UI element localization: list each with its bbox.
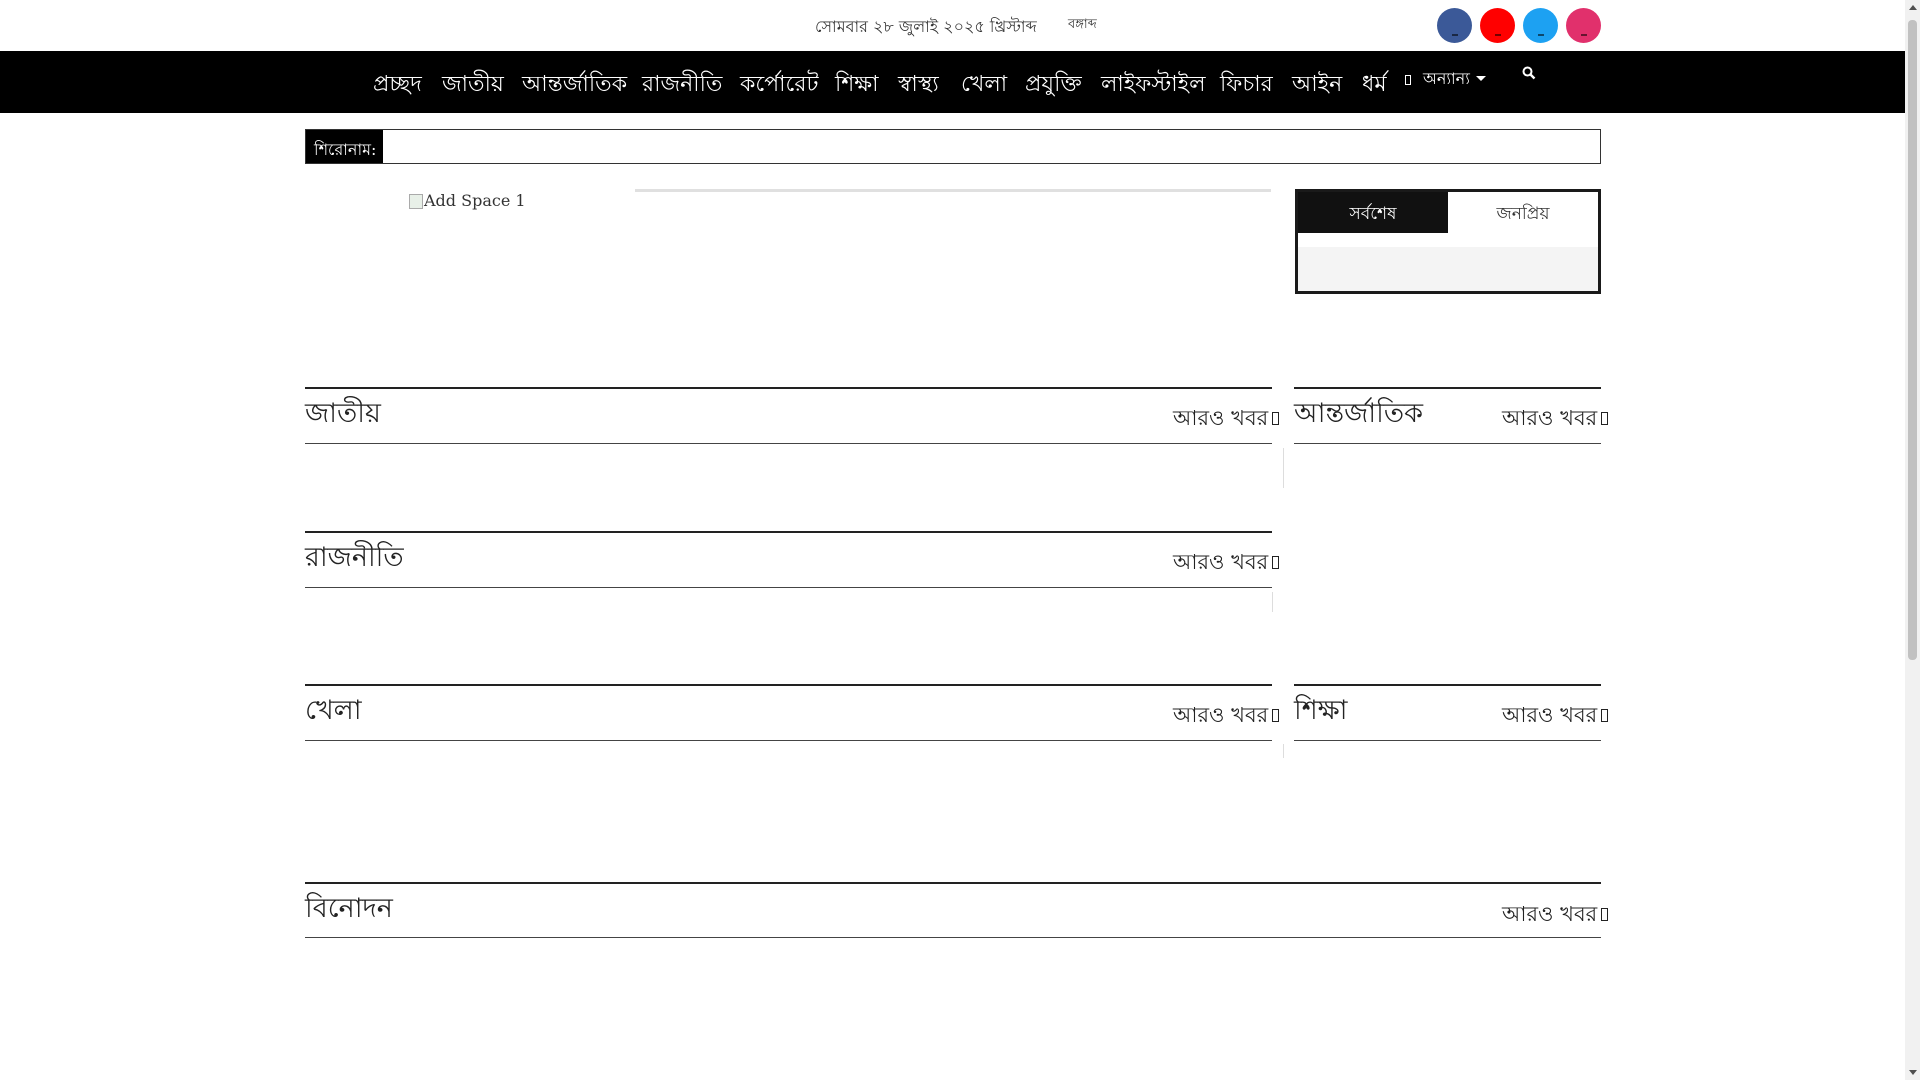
nav-dropdown-label: অন্যান্য (1423, 69, 1470, 88)
section-divider (1294, 684, 1601, 686)
more-news-link-education[interactable]: আরও খবর (1502, 699, 1609, 734)
caret-down-icon (1475, 76, 1486, 81)
instagram-icon[interactable] (1566, 8, 1601, 43)
nav-item-national[interactable]: জাতীয় (442, 67, 504, 104)
search-icon[interactable] (1522, 66, 1536, 80)
arrow-icon (1601, 709, 1609, 722)
section-divider (1294, 443, 1601, 444)
section-title-national[interactable]: জাতীয় (305, 393, 381, 438)
section-divider (305, 882, 1601, 884)
more-news-link-politics[interactable]: আরও খবর (1173, 546, 1280, 581)
tab-popular[interactable]: জনপ্রিয় (1448, 192, 1598, 233)
section-divider (305, 531, 1272, 533)
scroll-up-icon[interactable] (1909, 5, 1917, 10)
section-divider (305, 937, 1601, 938)
section-divider (305, 684, 1272, 686)
ad-alt-text: Add Space 1 (424, 191, 526, 210)
column-divider (1272, 592, 1273, 612)
column-divider (1283, 448, 1284, 488)
nav-item-education[interactable]: শিক্ষা (835, 67, 879, 104)
nav-item-technology[interactable]: প্রযুক্তি (1025, 67, 1082, 104)
scroll-thumb[interactable] (1908, 20, 1917, 660)
section-divider (1294, 387, 1601, 389)
nav-item-home[interactable]: প্রচ্ছদ (373, 67, 422, 104)
column-divider (1283, 744, 1284, 758)
nav-item-lifestyle[interactable]: লাইফস্টাইল (1101, 67, 1205, 104)
nav-item-feature[interactable]: ফিচার (1220, 67, 1273, 104)
headline-ticker: শিরোনাম: (305, 129, 1601, 164)
section-divider (305, 387, 1272, 389)
arrow-icon (1272, 556, 1280, 569)
more-news-link-international[interactable]: আরও খবর (1502, 402, 1609, 437)
more-news-link-entertainment[interactable]: আরও খবর (1502, 898, 1609, 933)
main-nav: প্রচ্ছদ জাতীয় আন্তর্জাতিক রাজনীতি কর্পো… (0, 51, 1905, 113)
tab-latest[interactable]: সর্বশেষ (1298, 192, 1448, 233)
nav-dropdown-others[interactable]: অন্যান্য (1405, 66, 1486, 93)
section-divider (1294, 740, 1601, 741)
scroll-down-icon[interactable] (1909, 1070, 1917, 1075)
twitter-icon[interactable] (1523, 8, 1558, 43)
menu-icon (1405, 75, 1411, 85)
nav-item-international[interactable]: আন্তর্জাতিক (522, 67, 627, 104)
section-divider (305, 740, 1272, 741)
current-date: সোমবার ২৮ জুলাই ২০২৫ খ্রিস্টাব্দ (815, 17, 1037, 36)
news-tabs: সর্বশেষ জনপ্রিয় (1295, 189, 1601, 294)
nav-item-religion[interactable]: ধর্ম (1362, 67, 1387, 104)
arrow-icon (1601, 908, 1609, 921)
nav-item-corporate[interactable]: কর্পোরেট (740, 67, 818, 104)
arrow-icon (1272, 709, 1280, 722)
section-title-international[interactable]: আন্তর্জাতিক (1294, 393, 1423, 438)
section-title-sports[interactable]: খেলা (305, 690, 362, 735)
lead-news-divider (635, 189, 1271, 192)
more-news-link-sports[interactable]: আরও খবর (1173, 699, 1280, 734)
page-scrollbar[interactable] (1905, 0, 1920, 1080)
section-title-education[interactable]: শিক্ষা (1294, 690, 1347, 735)
nav-item-law[interactable]: আইন (1292, 67, 1342, 104)
section-divider (305, 443, 1272, 444)
arrow-icon (1272, 412, 1280, 425)
top-bar: সোমবার ২৮ জুলাই ২০২৫ খ্রিস্টাব্দ বঙ্গাব্… (0, 0, 1905, 51)
section-title-entertainment[interactable]: বিনোদন (305, 888, 393, 933)
facebook-icon[interactable] (1437, 8, 1472, 43)
nav-item-politics[interactable]: রাজনীতি (642, 67, 722, 104)
more-news-link-national[interactable]: আরও খবর (1173, 402, 1280, 437)
broken-image-icon (409, 194, 423, 209)
nav-item-sports[interactable]: খেলা (961, 67, 1007, 104)
section-title-politics[interactable]: রাজনীতি (305, 537, 404, 582)
nav-item-health[interactable]: স্বাস্থ্য (898, 67, 939, 104)
bangla-calendar-date: বঙ্গাব্দ (1068, 17, 1097, 32)
ad-space[interactable]: Add Space 1 (409, 191, 526, 210)
youtube-icon[interactable] (1480, 8, 1515, 43)
tab-content (1298, 233, 1598, 291)
section-divider (305, 587, 1272, 588)
ticker-label: শিরোনাম: (306, 130, 383, 163)
arrow-icon (1601, 412, 1609, 425)
